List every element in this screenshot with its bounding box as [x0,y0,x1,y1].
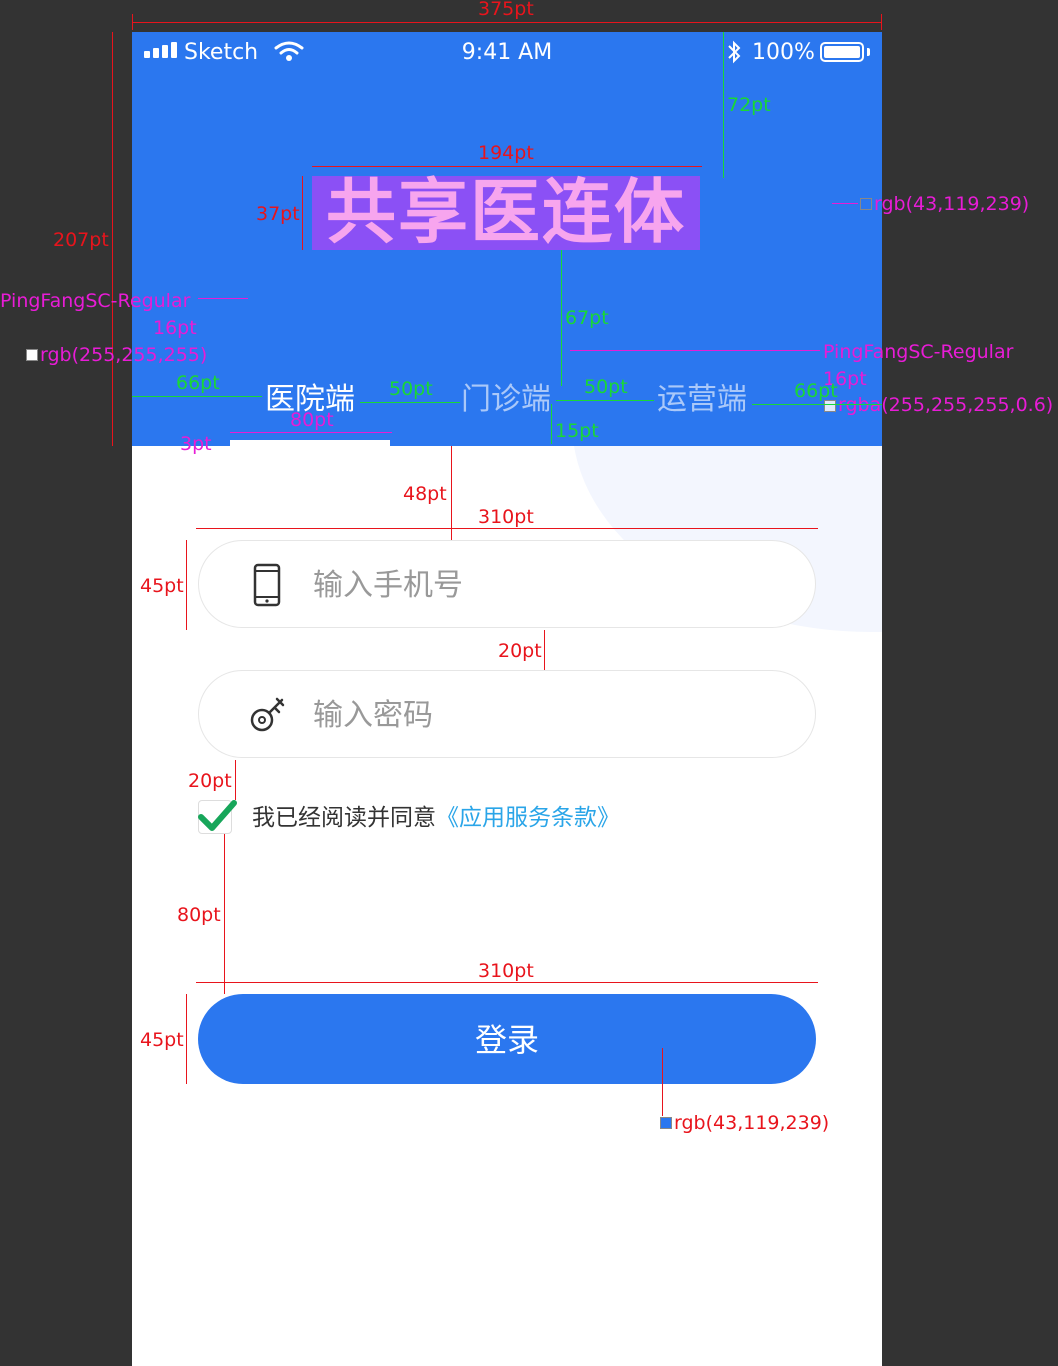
measure-label: 80pt [177,904,221,926]
measure-line [196,982,818,983]
color-annotation: rgb(43,119,239) [874,193,1030,215]
tab-indicator [230,440,390,446]
agreement-text: 我已经阅读并同意《应用服务条款》 [252,802,620,834]
key-icon [249,693,285,737]
measure-label: 45pt [140,575,184,597]
measure-line [752,404,882,405]
measure-label: 375pt [478,0,534,20]
leader-line [570,350,820,351]
phone-field[interactable] [198,540,816,628]
measure-label: 310pt [478,960,534,982]
measure-line [112,32,113,446]
measure-line-width [132,22,882,23]
measure-label: 20pt [498,640,542,662]
battery-percent: 100% [752,40,815,65]
measure-line [723,32,724,178]
color-swatch [660,1117,672,1129]
measure-line [196,528,818,529]
measure-label: 50pt [584,376,628,398]
terms-link[interactable]: 《应用服务条款》 [436,805,620,831]
measure-label: 207pt [53,229,109,251]
phone-input[interactable] [311,555,775,615]
check-icon [198,800,237,831]
measure-label: 37pt [256,203,300,225]
agreement-checkbox[interactable] [198,800,237,834]
measure-line [186,540,187,630]
role-tabs: 医院端 门诊端 运营端 [132,378,882,422]
measure-label: 67pt [565,307,609,329]
measure-line [312,166,702,167]
measure-label: 72pt [727,94,771,116]
tab-operations[interactable]: 运营端 [654,378,750,422]
measure-line [451,446,452,540]
phone-screen: Sketch 9:41 AM 100% 共享医连体 医院端 门诊端 运营端 输入… [132,32,882,1366]
measure-label: 80pt [290,409,334,431]
color-annotation: rgb(255,255,255) [40,344,208,366]
bluetooth-icon [726,39,742,71]
measure-label: 194pt [478,142,534,164]
password-field[interactable] [198,670,816,758]
status-bar: Sketch 9:41 AM 100% [132,32,882,74]
measure-label: 310pt [478,506,534,528]
font-annotation: PingFangSC-Regular [0,290,191,312]
battery-icon [820,42,864,62]
leader-line [832,203,858,204]
measure-line [132,396,262,397]
battery-nub [867,48,870,56]
measure-line [235,760,236,800]
color-annotation: rgba(255,255,255,0.6) [838,394,1054,416]
measure-label: 66pt [176,372,220,394]
measure-label: 3pt [180,433,212,455]
measure-label: 45pt [140,1029,184,1051]
measure-label: 48pt [403,483,447,505]
color-annotation: rgb(43,119,239) [674,1112,830,1134]
tab-clinic[interactable]: 门诊端 [458,378,554,422]
app-title: 共享医连体 [326,171,686,253]
phone-icon [249,563,285,607]
color-swatch [860,198,872,210]
measure-label: 20pt [188,770,232,792]
agreement-label: 我已经阅读并同意 [252,805,436,831]
login-button[interactable]: 登录 [198,994,816,1084]
leader-line [662,1048,663,1116]
measure-label: 15pt [555,420,599,442]
measure-line [186,994,187,1084]
color-swatch [26,349,38,361]
measure-line [556,400,654,401]
measure-tick [881,14,882,30]
font-annotation: PingFangSC-Regular [823,341,1014,363]
font-annotation: 16pt [153,317,197,339]
measure-line [544,630,545,670]
measure-line [561,250,562,386]
measure-line [230,432,392,433]
leader-line [198,298,248,299]
measure-line [302,176,303,250]
measure-label: 66pt [794,380,838,402]
measure-tick [132,14,133,30]
password-input[interactable] [311,685,775,745]
measure-line [551,404,552,444]
measure-line [224,834,225,994]
measure-line [360,402,460,403]
measure-label: 50pt [389,378,433,400]
